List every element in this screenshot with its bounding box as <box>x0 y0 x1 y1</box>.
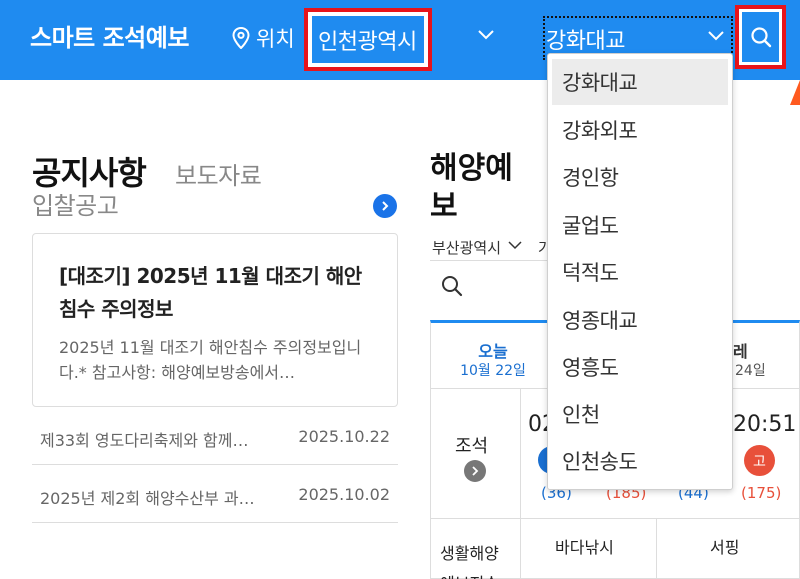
ocean-forecast-title: 해양예보 <box>430 151 513 224</box>
tab-today-date: 10월 22일 <box>460 363 526 379</box>
chevron-right-icon <box>382 201 389 211</box>
app-title[interactable]: 스마트 조석예보 <box>30 18 189 53</box>
tide-label: 조석 <box>455 436 489 457</box>
search-icon <box>750 27 771 48</box>
region-select-value: 인천광역시 <box>312 16 424 63</box>
surfing-column[interactable]: 서핑 <box>710 534 739 558</box>
divider <box>656 518 657 579</box>
list-item[interactable]: 2025년 제2회 해양수산부 과… 2025.10.02 <box>32 465 398 523</box>
dropdown-option[interactable]: 인천송도 <box>552 438 728 484</box>
divider <box>430 260 548 261</box>
notice-tab-bid[interactable]: 입찰공고 <box>32 186 119 221</box>
dropdown-option[interactable]: 굴업도 <box>552 202 728 248</box>
dropdown-option[interactable]: 덕적도 <box>552 249 728 295</box>
dropdown-option[interactable]: 인천 <box>552 391 728 437</box>
decorative-accent <box>790 80 800 105</box>
chevron-right-icon <box>472 466 479 476</box>
tab-later[interactable]: 레 <box>733 338 748 362</box>
life-forecast-label: 생활해양 <box>440 544 499 563</box>
notice-tab-press[interactable]: 보도자료 <box>175 156 262 191</box>
dropdown-option[interactable]: 경인항 <box>552 154 728 200</box>
dropdown-option[interactable]: 강화대교 <box>552 59 728 105</box>
search-button[interactable] <box>735 5 786 69</box>
high-tide-badge: 고 <box>744 445 775 476</box>
search-icon[interactable] <box>440 274 464 298</box>
fishing-column[interactable]: 바다낚시 <box>555 534 614 558</box>
divider <box>520 388 521 579</box>
list-item-title: 제33회 영도다리축제와 함께… <box>40 431 249 450</box>
station-select-value: 강화대교 <box>546 29 625 54</box>
tab-later-date: 24일 <box>735 363 766 379</box>
dropdown-option[interactable]: 강화외포 <box>552 107 728 153</box>
more-button[interactable] <box>373 194 397 218</box>
tab-today[interactable]: 오늘 <box>453 338 533 362</box>
tide-more-button[interactable] <box>464 460 486 482</box>
notice-card-title: [대조기] 2025년 11월 대조기 해안침수 주의정보 <box>59 264 362 321</box>
list-item-date: 2025.10.22 <box>298 427 390 446</box>
life-forecast-label-2: 예보지수 <box>440 570 499 579</box>
dropdown-option[interactable]: 영종대교 <box>552 297 728 343</box>
chevron-down-icon[interactable] <box>477 28 495 42</box>
tide-value: (175) <box>741 484 782 502</box>
station-dropdown-list: 강화대교 강화외포 경인항 굴업도 덕적도 영종대교 영흥도 인천 인천송도 <box>547 53 733 490</box>
dropdown-option[interactable]: 영흥도 <box>552 344 728 390</box>
divider <box>430 518 800 519</box>
location-pin-icon <box>232 27 250 49</box>
region-select[interactable]: 인천광역시 <box>304 8 432 71</box>
chevron-down-icon[interactable] <box>707 29 725 43</box>
list-item-title: 2025년 제2회 해양수산부 과… <box>40 489 255 508</box>
notice-card-body: 2025년 11월 대조기 해안침수 주의정보입니다.* 참고사항: 해양예보방… <box>59 338 362 382</box>
tide-time: 20:51 <box>733 412 797 437</box>
list-item[interactable]: 제33회 영도다리축제와 함께… 2025.10.22 <box>32 407 398 465</box>
list-item-date: 2025.10.02 <box>298 485 390 504</box>
location-label: 위치 <box>256 27 295 51</box>
notice-card[interactable]: [대조기] 2025년 11월 대조기 해안침수 주의정보 2025년 11월 … <box>32 233 398 407</box>
area-select[interactable]: 부산광역시 <box>432 237 501 258</box>
chevron-down-icon[interactable] <box>508 240 522 250</box>
